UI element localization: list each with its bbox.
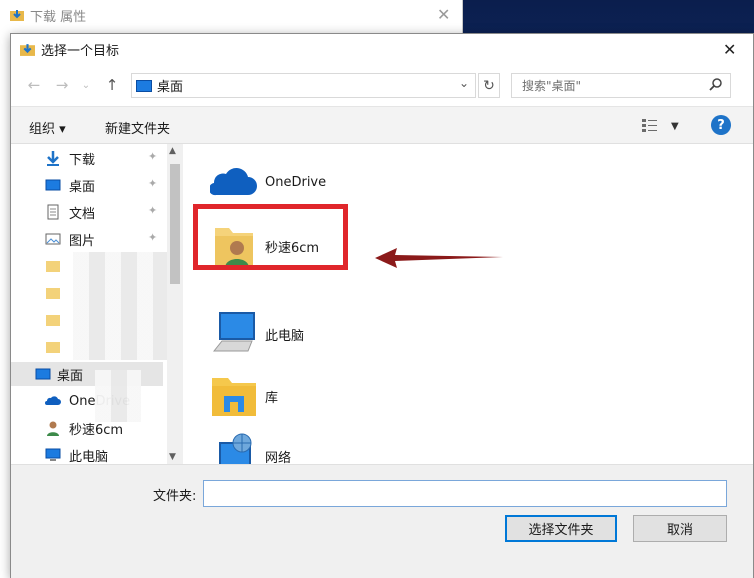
pin-icon: ✦: [148, 231, 158, 244]
picture-icon: [45, 233, 61, 245]
command-toolbar: 组织 ▾ 新建文件夹 ▼ ?: [11, 106, 753, 144]
properties-close-icon[interactable]: ✕: [437, 5, 450, 24]
properties-window-titlebar: 下载 属性: [0, 0, 462, 30]
help-icon[interactable]: ?: [711, 115, 731, 135]
tree-item-downloads[interactable]: 下载 ✦: [11, 146, 163, 170]
user-icon: [47, 421, 59, 436]
folder-input[interactable]: [203, 480, 727, 507]
refresh-icon: ↻: [483, 77, 495, 94]
address-bar[interactable]: 桌面 ⌄: [131, 73, 476, 98]
pin-icon: ✦: [148, 150, 158, 163]
folder-icon: [46, 261, 60, 272]
item-label: OneDrive: [265, 174, 327, 190]
item-library[interactable]: 库: [209, 370, 409, 422]
onedrive-icon: [210, 168, 257, 196]
pin-icon: ✦: [148, 204, 158, 217]
privacy-blur-mosaic: [95, 370, 141, 422]
new-folder-button[interactable]: 新建文件夹: [105, 118, 170, 137]
dialog-titlebar: 选择一个目标: [11, 34, 753, 64]
search-placeholder: 搜索"桌面": [522, 79, 582, 93]
folder-content-area: OneDrive 秒速6cm 此电脑 库 网络: [185, 144, 751, 473]
tree-item-pictures[interactable]: 图片 ✦: [11, 227, 163, 251]
address-text: 桌面: [157, 80, 184, 95]
onedrive-icon: [45, 396, 61, 405]
navigation-bar: ← → ⌄ ↑ 桌面 ⌄ ↻ 搜索"桌面": [11, 70, 753, 100]
annotation-arrow-icon: [375, 248, 503, 268]
document-icon: [47, 204, 59, 220]
item-label: 库: [265, 390, 279, 406]
tree-item-label: 桌面: [69, 179, 96, 195]
folder-icon: [46, 342, 60, 353]
item-label: 网络: [265, 450, 292, 466]
tree-scrollbar-thumb[interactable]: [170, 164, 180, 284]
tree-item-label: 文档: [69, 206, 96, 222]
download-folder-icon: [20, 43, 35, 56]
view-dropdown-chevron-icon[interactable]: ▼: [671, 121, 679, 132]
tree-item-label: 此电脑: [69, 449, 109, 465]
view-options-button[interactable]: ▼: [641, 116, 681, 136]
back-arrow-icon[interactable]: ←: [25, 76, 43, 94]
tree-item-label: 桌面: [57, 368, 84, 384]
tree-item-label: 下载: [69, 152, 96, 168]
properties-window-title: 下载 属性: [30, 9, 87, 25]
address-dropdown-chevron-icon[interactable]: ⌄: [459, 76, 469, 90]
privacy-blur-mosaic: [73, 252, 169, 360]
tree-item-documents[interactable]: 文档 ✦: [11, 200, 163, 224]
highlight-box: [193, 204, 348, 270]
computer-icon: [212, 312, 255, 352]
refresh-button[interactable]: ↻: [478, 73, 500, 98]
desktop-icon: [35, 368, 51, 380]
dialog-close-icon[interactable]: ✕: [723, 40, 736, 59]
desktop-icon: [136, 79, 152, 92]
cancel-button[interactable]: 取消: [633, 515, 727, 542]
download-icon: [47, 151, 59, 166]
forward-arrow-icon[interactable]: →: [53, 76, 71, 94]
recent-locations-chevron-icon[interactable]: ⌄: [77, 76, 95, 94]
folder-icon: [46, 288, 60, 299]
dialog-title: 选择一个目标: [41, 43, 120, 59]
tree-scrollbar[interactable]: ▲ ▼: [167, 144, 183, 464]
search-icon: [709, 78, 722, 91]
organize-menu-button[interactable]: 组织 ▾: [29, 118, 66, 137]
select-target-dialog: 选择一个目标 ✕ ← → ⌄ ↑ 桌面 ⌄ ↻ 搜索"桌面" 组织 ▾ 新建文件…: [10, 33, 754, 578]
select-folder-button[interactable]: 选择文件夹: [505, 515, 617, 542]
pin-icon: ✦: [148, 177, 158, 190]
scroll-up-arrow-icon[interactable]: ▲: [169, 146, 176, 156]
search-box[interactable]: 搜索"桌面": [511, 73, 731, 98]
tree-item-desktop-quick[interactable]: 桌面 ✦: [11, 173, 163, 197]
library-icon: [212, 378, 256, 416]
desktop-icon: [45, 179, 61, 191]
navigation-tree: 下载 ✦ 桌面 ✦ 文档 ✦ 图片 ✦ 桌面 秒速6cm 此电脑: [11, 144, 183, 464]
item-label: 此电脑: [265, 328, 305, 344]
up-arrow-icon[interactable]: ↑: [103, 76, 121, 94]
folder-icon: [46, 315, 60, 326]
scroll-down-arrow-icon[interactable]: ▼: [169, 452, 176, 462]
item-onedrive[interactable]: OneDrive: [209, 156, 409, 208]
folder-label: 文件夹:: [153, 489, 197, 504]
tree-item-label: 图片: [69, 233, 96, 249]
tree-item-this-pc[interactable]: 此电脑: [11, 443, 163, 464]
view-list-icon: [642, 119, 657, 132]
download-folder-icon: [10, 10, 24, 21]
computer-icon: [45, 448, 61, 461]
item-this-pc[interactable]: 此电脑: [209, 308, 409, 360]
dialog-footer: 文件夹: 选择文件夹 取消: [11, 464, 753, 578]
